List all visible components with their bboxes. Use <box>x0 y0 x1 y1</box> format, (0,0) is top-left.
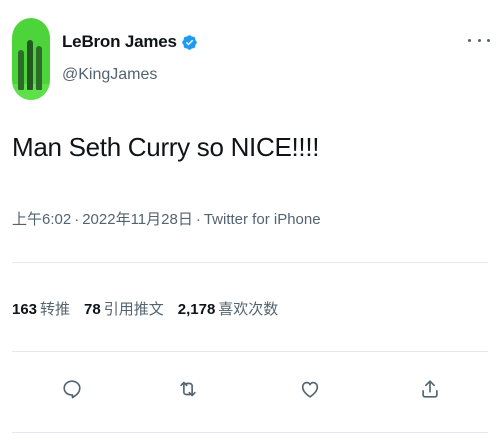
stat-retweets[interactable]: 163 转推 <box>12 298 70 319</box>
stat-count: 163 <box>12 301 38 318</box>
divider <box>12 351 488 352</box>
tweet-meta: 上午6:02 · 2022年11月28日 · Twitter for iPhone <box>12 208 321 229</box>
more-dot <box>477 38 481 42</box>
like-button[interactable] <box>295 374 325 404</box>
retweet-button[interactable] <box>173 374 203 404</box>
more-dot <box>487 38 490 42</box>
tweet-source[interactable]: Twitter for iPhone <box>204 211 321 228</box>
stat-likes[interactable]: 2,178 喜欢次数 <box>178 298 279 319</box>
action-bar <box>0 370 500 410</box>
divider <box>12 262 488 263</box>
divider <box>12 432 488 433</box>
more-options-icon[interactable] <box>468 32 490 48</box>
stat-label: 喜欢次数 <box>218 301 279 318</box>
retweet-icon <box>180 381 196 397</box>
reply-button[interactable] <box>57 374 87 404</box>
avatar-figure <box>36 46 42 90</box>
stat-quotes[interactable]: 78 引用推文 <box>84 298 164 319</box>
stat-label: 转推 <box>40 301 71 318</box>
tweet-text: Man Seth Curry so NICE!!!! <box>12 132 320 162</box>
meta-separator: · <box>195 211 201 228</box>
share-icon <box>422 380 438 398</box>
user-handle[interactable]: @KingJames <box>62 66 157 84</box>
display-name[interactable]: LeBron James <box>62 32 177 52</box>
stat-count: 78 <box>84 301 101 318</box>
tweet-card: LeBron James @KingJames Man Seth Curry s… <box>0 0 500 440</box>
reply-icon <box>63 380 81 399</box>
meta-separator: · <box>74 211 80 228</box>
avatar-figure <box>18 50 24 90</box>
more-dot <box>468 38 471 42</box>
avatar-figure <box>27 40 33 90</box>
stat-label: 引用推文 <box>103 301 164 318</box>
tweet-stats: 163 转推 78 引用推文 2,178 喜欢次数 <box>12 298 278 319</box>
stat-count: 2,178 <box>177 301 216 318</box>
author-name-row[interactable]: LeBron James <box>62 32 198 52</box>
tweet-time[interactable]: 上午6:02 <box>12 211 71 228</box>
tweet-date[interactable]: 2022年11月28日 <box>82 211 193 228</box>
avatar[interactable] <box>12 18 50 100</box>
heart-icon <box>301 381 319 398</box>
share-button[interactable] <box>415 374 445 404</box>
verified-badge-icon <box>181 34 198 51</box>
